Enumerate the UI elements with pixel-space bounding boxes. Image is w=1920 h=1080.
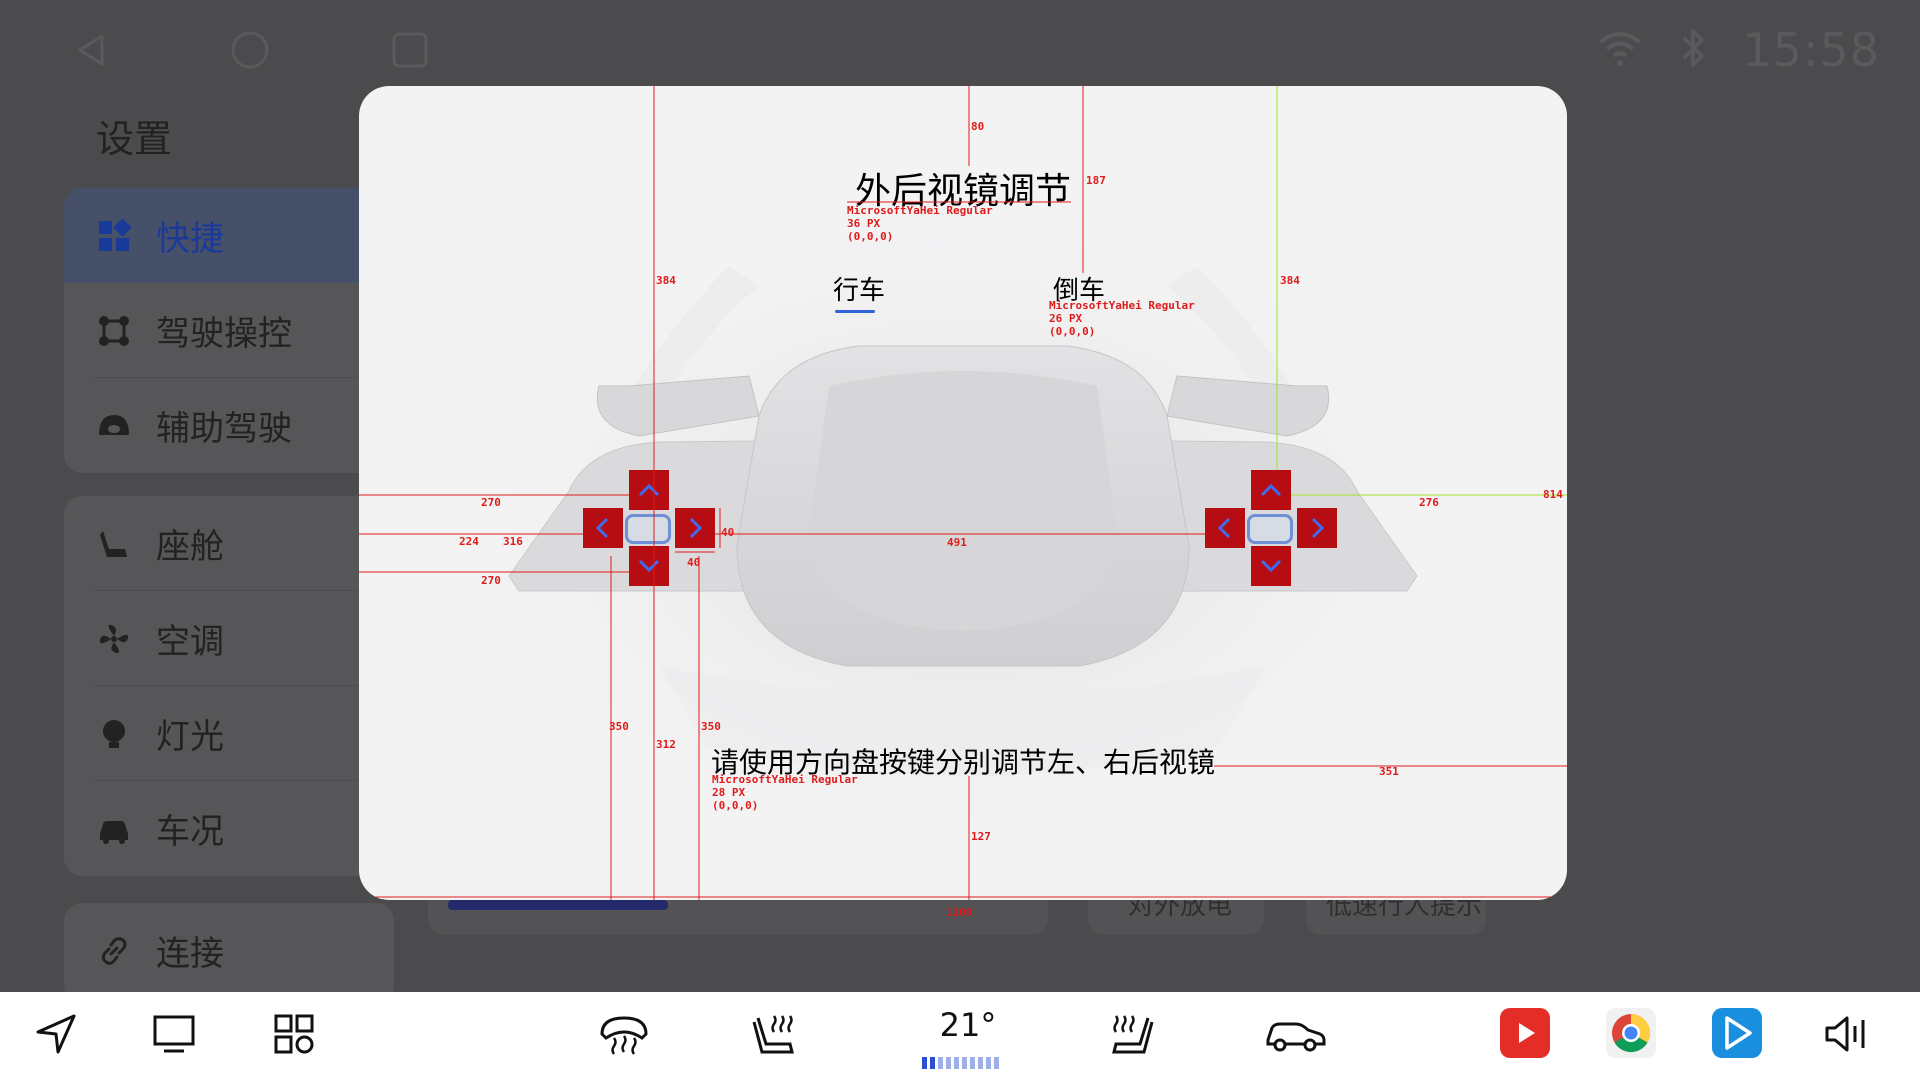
sidebar-item-label: 驾驶操控 <box>156 314 292 354</box>
sidebar-group-connect: 连接 <box>64 903 394 1003</box>
measure-annotation: 384 <box>656 274 676 287</box>
car-mode-icon[interactable] <box>1262 1008 1328 1060</box>
sidebar-item-label: 连接 <box>156 934 224 974</box>
front-defrost-icon[interactable] <box>598 1008 650 1060</box>
measure-annotation: 270 <box>481 496 501 509</box>
sidebar-item-label: 空调 <box>156 622 224 662</box>
temperature-level-bar <box>922 1057 999 1069</box>
sidebar-group-driving: 快捷 驾驶操控 辅助驾驶 <box>64 188 394 473</box>
fan-icon <box>94 619 134 659</box>
measure-annotation: 127 <box>971 830 991 843</box>
measure-annotation: 316 <box>503 535 523 548</box>
mirror-adjust-dialog: 外后视镜调节 行车 倒车 请使用方向盘按键分别调节左、右后视镜 Microsof… <box>359 86 1567 900</box>
light-icon <box>94 714 134 754</box>
measure-annotation: 814 <box>1543 488 1563 501</box>
seat-heat-left-icon[interactable] <box>750 1008 802 1060</box>
sidebar-item-label: 车况 <box>156 812 224 852</box>
measure-annotation: 491 <box>947 536 967 549</box>
measure-annotation: 40 <box>687 556 701 569</box>
recents-icon[interactable] <box>390 30 430 70</box>
monitor-icon[interactable] <box>148 1008 200 1060</box>
sidebar-item-label: 快捷 <box>156 219 224 259</box>
quick-grid-icon <box>94 216 134 256</box>
youtube-icon[interactable] <box>1500 1008 1550 1058</box>
assist-drive-icon <box>94 406 134 446</box>
font-spec-annotation: MicrosoftYaHei Regular 26 PX (0,0,0) <box>1049 299 1195 338</box>
measure-annotation: 350 <box>609 720 629 733</box>
sidebar-item-drive-control[interactable]: 驾驶操控 <box>64 283 394 378</box>
font-spec-annotation: MicrosoftYaHei Regular 28 PX (0,0,0) <box>712 773 858 812</box>
drive-control-icon <box>94 311 134 351</box>
sidebar-group-cabin: 座舱 空调 灯光 车况 <box>64 496 394 876</box>
sidebar-item-car-status[interactable]: 车况 <box>64 781 394 876</box>
measure-annotation: 312 <box>656 738 676 751</box>
sidebar-item-quick[interactable]: 快捷 <box>64 188 394 283</box>
measure-annotation: 80 <box>971 120 985 133</box>
temperature-display[interactable]: 21° <box>928 1006 1008 1044</box>
bluetooth-icon <box>1678 26 1708 74</box>
navigation-icon[interactable] <box>30 1008 82 1060</box>
measure-annotation: 270 <box>481 574 501 587</box>
sidebar-item-assist-drive[interactable]: 辅助驾驶 <box>64 378 394 473</box>
car-status-icon <box>94 809 134 849</box>
back-icon[interactable] <box>72 30 112 70</box>
status-bar: 15:58 <box>0 0 1920 100</box>
sidebar-item-lights[interactable]: 灯光 <box>64 686 394 781</box>
seat-icon <box>94 524 134 564</box>
measure-annotation: 351 <box>1379 765 1399 778</box>
sidebar-item-cabin[interactable]: 座舱 <box>64 496 394 591</box>
taskbar: 21° <box>0 992 1920 1080</box>
sidebar-item-label: 辅助驾驶 <box>156 409 292 449</box>
apps-grid-icon[interactable] <box>268 1008 320 1060</box>
play-store-icon[interactable] <box>1712 1008 1762 1058</box>
background-progress <box>448 900 668 910</box>
home-icon[interactable] <box>230 30 270 70</box>
chrome-icon[interactable] <box>1606 1008 1656 1058</box>
measure-annotation: 40 <box>721 526 735 539</box>
measure-annotation: 350 <box>701 720 721 733</box>
font-spec-annotation: MicrosoftYaHei Regular 36 PX (0,0,0) <box>847 204 993 243</box>
clock: 15:58 <box>1742 23 1880 77</box>
measure-annotation: 1209 <box>946 906 973 919</box>
measure-annotation: 187 <box>1086 174 1106 187</box>
wifi-icon <box>1596 28 1644 72</box>
link-icon <box>94 931 134 971</box>
sidebar-item-connect[interactable]: 连接 <box>64 903 394 998</box>
measure-annotation: 276 <box>1419 496 1439 509</box>
measure-annotation: 224 <box>459 535 479 548</box>
measure-annotation: 384 <box>1280 274 1300 287</box>
sidebar-item-label: 座舱 <box>156 527 224 567</box>
sidebar-item-ac[interactable]: 空调 <box>64 591 394 686</box>
page-title: 设置 <box>96 117 173 161</box>
sidebar-item-label: 灯光 <box>156 717 224 757</box>
seat-heat-right-icon[interactable] <box>1104 1008 1156 1060</box>
volume-icon[interactable] <box>1820 1008 1872 1060</box>
